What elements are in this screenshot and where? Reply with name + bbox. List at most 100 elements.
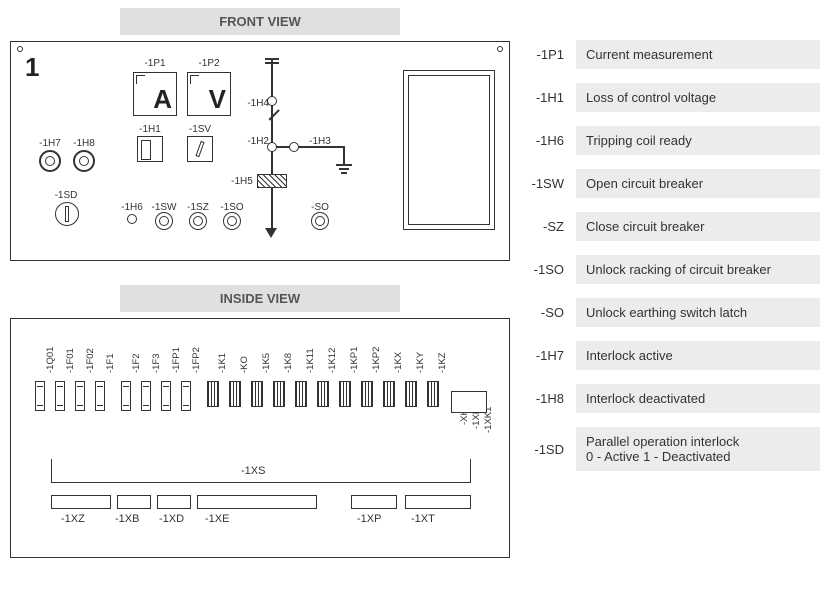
component-1k1 <box>207 381 219 407</box>
component-1kp2 <box>361 381 373 407</box>
button-sz[interactable] <box>189 212 207 230</box>
label-h5: -1H5 <box>227 176 257 187</box>
label-h2: -1H2 <box>243 136 269 147</box>
legend-row-so: -SOUnlock earthing switch latch <box>520 298 820 327</box>
legend-desc: Unlock racking of circuit breaker <box>576 255 820 284</box>
label-h4: -1H4 <box>243 98 269 109</box>
legend-code: -1P1 <box>520 47 576 62</box>
component-1f02 <box>75 381 85 411</box>
device-h1 <box>137 136 163 162</box>
legend-desc: Current measurement <box>576 40 820 69</box>
legend-code: -1SO <box>520 262 576 277</box>
ground-icon <box>333 164 355 178</box>
component-1q01 <box>35 381 45 411</box>
label-xt: -1XT <box>411 513 435 525</box>
meter-p1-letter: A <box>153 84 172 115</box>
label-h8: -1H8 <box>69 138 99 149</box>
switch-sd[interactable] <box>55 202 79 226</box>
label-h6: -1H6 <box>119 202 145 213</box>
indicator-h7 <box>39 150 61 172</box>
legend-code: -1H1 <box>520 90 576 105</box>
legend-code: -1H6 <box>520 133 576 148</box>
component-1kz <box>427 381 439 407</box>
legend-code: -SO <box>520 305 576 320</box>
legend-desc: Open circuit breaker <box>576 169 820 198</box>
screw-icon <box>17 46 23 52</box>
label-xs: -1XS <box>241 465 265 477</box>
label-1fp2: -1FP2 <box>191 347 202 373</box>
legend-desc: Unlock earthing switch latch <box>576 298 820 327</box>
component-1f01 <box>55 381 65 411</box>
button-so1[interactable] <box>223 212 241 230</box>
component-1f3 <box>141 381 151 411</box>
legend-desc: Interlock deactivated <box>576 384 820 413</box>
label-xz: -1XZ <box>61 513 85 525</box>
component-1ky <box>405 381 417 407</box>
legend-row-1h7: -1H7Interlock active <box>520 341 820 370</box>
meter-p2-letter: V <box>209 84 226 115</box>
component-1fp2 <box>181 381 191 411</box>
meter-p1: A <box>133 72 177 116</box>
legend-desc: Close circuit breaker <box>576 212 820 241</box>
terminal-xk <box>451 391 487 413</box>
terminal-xz <box>51 495 111 509</box>
component-1kx <box>383 381 395 407</box>
screw-icon <box>497 46 503 52</box>
component-1k12 <box>317 381 329 407</box>
label-1k11: -1K11 <box>305 348 316 373</box>
legend-code: -SZ <box>520 219 576 234</box>
legend-row-1sw: -1SWOpen circuit breaker <box>520 169 820 198</box>
label-h3: -1H3 <box>307 136 333 147</box>
arrow-down-icon <box>265 228 277 238</box>
indicator-h4 <box>267 96 277 106</box>
legend-row-1so: -1SOUnlock racking of circuit breaker <box>520 255 820 284</box>
component-1fp1 <box>161 381 171 411</box>
legend: -1P1Current measurement -1H1Loss of contr… <box>520 40 820 485</box>
terminal-xt <box>405 495 471 509</box>
label-1k8: -1K8 <box>283 353 294 373</box>
inside-view-title: INSIDE VIEW <box>120 285 400 312</box>
legend-desc: Interlock active <box>576 341 820 370</box>
indicator-h6 <box>127 214 137 224</box>
label-1f01: -1F01 <box>65 348 76 373</box>
legend-desc: Tripping coil ready <box>576 126 820 155</box>
legend-code: -1SW <box>520 176 576 191</box>
button-so[interactable] <box>311 212 329 230</box>
front-view-title: FRONT VIEW <box>120 8 400 35</box>
component-1k8 <box>273 381 285 407</box>
component-1kp1 <box>339 381 351 407</box>
component-1k5 <box>251 381 263 407</box>
label-sd: -1SD <box>51 190 81 201</box>
label-1k12: -1K12 <box>327 348 338 373</box>
label-1kp2: -1KP2 <box>371 347 382 373</box>
legend-row-sz: -SZClose circuit breaker <box>520 212 820 241</box>
panel-number: 1 <box>25 52 39 83</box>
legend-desc: Loss of control voltage <box>576 83 820 112</box>
device-h5 <box>257 174 287 188</box>
legend-row-1sd: -1SDParallel operation interlock 0 - Act… <box>520 427 820 471</box>
label-h7: -1H7 <box>35 138 65 149</box>
legend-code: -1H7 <box>520 348 576 363</box>
terminal-xd <box>157 495 191 509</box>
indicator-h8 <box>73 150 95 172</box>
device-a1 <box>403 70 495 230</box>
legend-code: -1H8 <box>520 391 576 406</box>
label-xd: -1XD <box>159 513 184 525</box>
label-1kz: -1KZ <box>437 352 448 373</box>
label-sv: -1SV <box>183 124 217 135</box>
terminal-xp <box>351 495 397 509</box>
legend-row-1h8: -1H8Interlock deactivated <box>520 384 820 413</box>
label-1k5: -1K5 <box>261 353 272 373</box>
label-1f2: -1F2 <box>131 353 142 373</box>
label-1f02: -1F02 <box>85 348 96 373</box>
label-1f1: -1F1 <box>105 353 116 373</box>
button-sw[interactable] <box>155 212 173 230</box>
legend-code: -1SD <box>520 442 576 457</box>
node-icon <box>289 142 299 152</box>
legend-row-1h1: -1H1Loss of control voltage <box>520 83 820 112</box>
label-1q01: -1Q01 <box>45 347 56 373</box>
indicator-h2 <box>267 142 277 152</box>
label-1ky: -1KY <box>415 352 426 373</box>
legend-row-1p1: -1P1Current measurement <box>520 40 820 69</box>
selector-sv[interactable] <box>187 136 213 162</box>
